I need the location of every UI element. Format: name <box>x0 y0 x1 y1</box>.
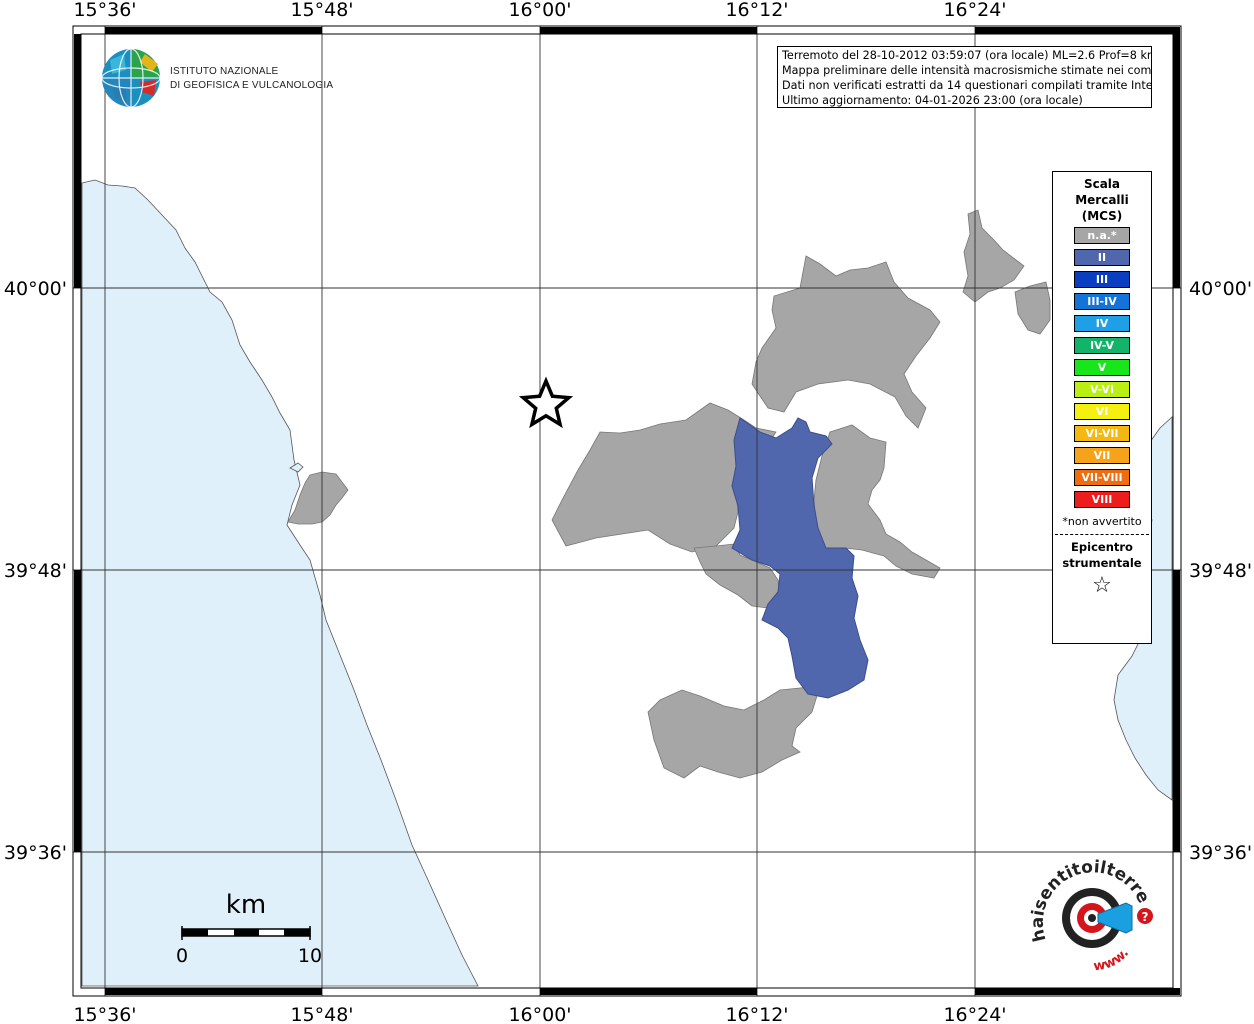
legend-title-line3: (MCS) <box>1081 209 1123 223</box>
ingv-logo-line1: ISTITUTO NAZIONALE <box>170 66 279 77</box>
legend-title-line2: Mercalli <box>1075 193 1129 207</box>
latitude-labels-left: 40°00' 39°48' 39°36' <box>4 278 67 864</box>
legend-item: IV <box>1074 315 1130 332</box>
legend-items: n.a.* II III III-IV IV IV-V V V-VI VI VI… <box>1053 227 1151 508</box>
legend-epicentre-line2: strumentale <box>1062 556 1142 570</box>
lon-label: 15°48' <box>290 1004 353 1024</box>
lon-label: 15°48' <box>290 0 353 21</box>
legend-item: III <box>1074 271 1130 288</box>
legend-item: IV-V <box>1074 337 1130 354</box>
lat-label: 39°36' <box>4 842 67 864</box>
event-info-box: Terremoto del 28-10-2012 03:59:07 (ora l… <box>777 46 1152 108</box>
lon-label: 16°24' <box>943 1004 1006 1024</box>
legend-item: VI <box>1074 403 1130 420</box>
legend-item: III-IV <box>1074 293 1130 310</box>
legend-item: II <box>1074 249 1130 266</box>
lon-label: 16°12' <box>725 0 788 21</box>
lon-label: 16°24' <box>943 0 1006 21</box>
event-info-line4: Ultimo aggiornamento: 04-01-2026 23:00 (… <box>782 94 1083 107</box>
legend-title-line1: Scala <box>1083 177 1121 191</box>
legend-item: n.a.* <box>1074 227 1130 244</box>
legend-item: VII-VIII <box>1074 469 1130 486</box>
legend-star-icon: ☆ <box>1092 573 1112 598</box>
mcs-legend: Scala Mercalli (MCS) n.a.* II III III-IV… <box>1052 171 1152 644</box>
lat-label: 39°48' <box>1189 560 1252 582</box>
ingv-logo-line2: DI GEOFISICA E VULCANOLOGIA <box>170 80 333 91</box>
lat-label: 40°00' <box>4 278 67 300</box>
legend-item: VII <box>1074 447 1130 464</box>
scale-title: km <box>226 890 266 920</box>
legend-item: V-VI <box>1074 381 1130 398</box>
scale-max-label: 10 <box>298 945 322 967</box>
legend-epicentre: Epicentro strumentale <box>1053 539 1151 571</box>
event-info-line2: Mappa preliminare delle intensità macros… <box>782 64 1152 77</box>
lon-label: 16°00' <box>508 0 571 21</box>
lon-label: 15°36' <box>73 1004 136 1024</box>
legend-item: VIII <box>1074 491 1130 508</box>
longitude-labels-top: 15°36' 15°48' 16°00' 16°12' 16°24' <box>73 0 1006 21</box>
legend-item: VI-VII <box>1074 425 1130 442</box>
latitude-labels-right: 40°00' 39°48' 39°36' <box>1189 278 1252 864</box>
lat-label: 40°00' <box>1189 278 1252 300</box>
lon-label: 16°12' <box>725 1004 788 1024</box>
legend-note: *non avvertito <box>1062 515 1142 528</box>
lat-label: 39°36' <box>1189 842 1252 864</box>
legend-title: Scala Mercalli (MCS) <box>1053 176 1151 224</box>
legend-separator <box>1055 534 1149 535</box>
legend-epicentre-line1: Epicentro <box>1071 540 1133 554</box>
legend-item: V <box>1074 359 1130 376</box>
scale-min-label: 0 <box>176 945 188 967</box>
lon-label: 15°36' <box>73 0 136 21</box>
question-mark: ? <box>1142 910 1149 924</box>
lat-label: 39°48' <box>4 560 67 582</box>
longitude-labels-bottom: 15°36' 15°48' 16°00' 16°12' 16°24' <box>73 1004 1006 1024</box>
lon-label: 16°00' <box>508 1004 571 1024</box>
event-info-line1: Terremoto del 28-10-2012 03:59:07 (ora l… <box>782 49 1152 62</box>
event-info-line3: Dati non verificati estratti da 14 quest… <box>782 79 1152 92</box>
